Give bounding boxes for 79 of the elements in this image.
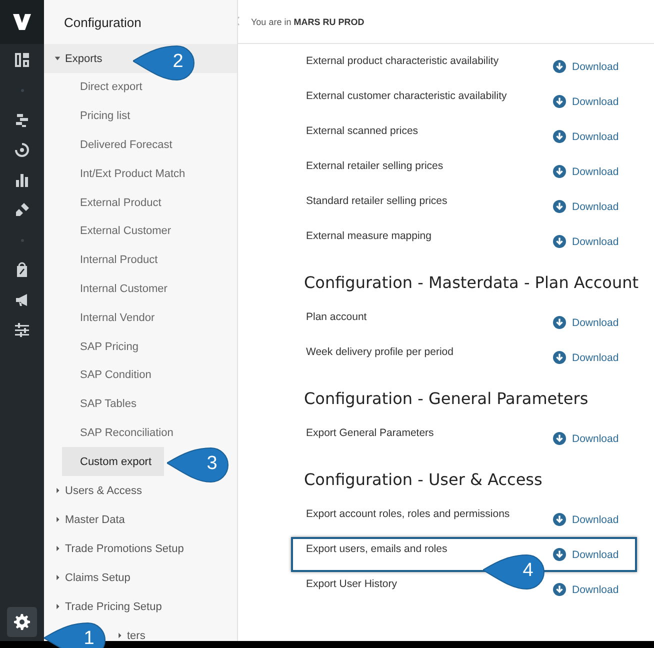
caret-icon [54, 603, 61, 610]
sidebar-subitem[interactable]: External Customer [62, 216, 184, 246]
export-label: Plan account [306, 311, 367, 323]
caret-icon [54, 487, 61, 494]
download-link[interactable]: Download [553, 316, 619, 329]
export-label: External measure mapping [306, 230, 432, 242]
download-icon [553, 351, 566, 364]
download-icon [553, 432, 566, 445]
megaphone-icon[interactable] [14, 292, 30, 308]
plug-icon[interactable] [14, 202, 30, 218]
download-icon [553, 200, 566, 213]
download-link[interactable]: Download [553, 513, 619, 526]
download-link[interactable]: Download [553, 351, 619, 364]
section-heading: Configuration - Masterdata - Plan Account [304, 272, 639, 294]
download-icon [553, 316, 566, 329]
sidebar-subitem[interactable]: Internal Customer [62, 274, 180, 304]
sidebar-subitem[interactable]: Int/Ext Product Match [62, 159, 198, 188]
cycle-icon[interactable] [14, 142, 30, 158]
section-heading: Configuration - General Parameters [304, 388, 588, 410]
download-link[interactable]: Download [553, 235, 619, 248]
sidebar-subitem[interactable]: SAP Pricing [62, 332, 150, 361]
export-label: Export User History [306, 578, 398, 590]
download-link[interactable]: Download [553, 583, 619, 596]
download-link[interactable]: Download [553, 165, 619, 178]
export-label: Export General Parameters [306, 427, 434, 439]
download-link[interactable]: Download [553, 60, 619, 73]
download-link[interactable]: Download [553, 200, 619, 213]
sidebar-subitem[interactable]: Internal Vendor [62, 303, 167, 332]
export-label: External product characteristic availability [306, 55, 499, 67]
caret-icon [54, 545, 61, 552]
download-icon [553, 583, 566, 596]
location-text: You are in MARS RU PROD [251, 16, 364, 26]
download-icon [553, 548, 566, 561]
sidebar-item[interactable]: Trade Promotions Setup [44, 534, 192, 564]
section-heading: Configuration - User & Access [304, 469, 542, 491]
sidebar-item[interactable]: Master Data [44, 505, 133, 534]
download-icon [553, 130, 566, 143]
settings-icon [14, 614, 30, 630]
tag-bag-icon[interactable] [14, 262, 30, 278]
sidebar-subitem[interactable]: SAP Tables [62, 390, 148, 419]
sidebar-subitem[interactable]: SAP Reconciliation [62, 418, 186, 448]
caret-icon [54, 55, 61, 62]
sidebar-subitem[interactable]: Pricing list [62, 102, 142, 131]
export-label: External customer characteristic availability [306, 90, 507, 102]
blocks-icon[interactable] [14, 112, 30, 128]
download-icon [553, 165, 566, 178]
settings-button[interactable] [7, 607, 37, 637]
download-link[interactable]: Download [553, 95, 619, 108]
dashboard-icon[interactable] [14, 52, 30, 68]
sidebar-subitem[interactable]: Delivered Forecast [62, 130, 184, 160]
export-label: External retailer selling prices [306, 160, 444, 172]
sidebar-subitem[interactable]: External Product [62, 188, 174, 217]
sidebar-item[interactable]: ters [106, 621, 154, 641]
caret-icon [54, 516, 61, 524]
sidebar-title: Configuration [64, 14, 142, 30]
download-link[interactable]: Download [553, 548, 619, 561]
download-icon [553, 513, 566, 526]
sidebar-item[interactable]: Trade Pricing Setup [44, 592, 170, 622]
export-label: Standard retailer selling prices [306, 195, 448, 207]
download-icon [553, 95, 566, 108]
download-link[interactable]: Download [553, 130, 619, 143]
sidebar-item[interactable]: Claims Setup [44, 563, 138, 592]
export-label: Week delivery profile per period [306, 346, 454, 358]
sidebar-subitem[interactable]: Direct export [62, 73, 154, 102]
export-label: External scanned prices [306, 125, 418, 137]
sidebar-subitem[interactable]: Custom export [62, 447, 164, 476]
sidebar-subitem[interactable]: SAP Condition [62, 360, 164, 390]
bar-chart-icon[interactable] [14, 172, 30, 188]
download-icon [553, 60, 566, 73]
logo-icon[interactable] [13, 14, 31, 30]
sliders-icon[interactable] [14, 322, 30, 338]
download-link[interactable]: Download [553, 432, 619, 445]
export-label: Export users, emails and roles [306, 543, 448, 555]
caret-icon [54, 574, 61, 582]
sidebar-subitem[interactable]: Internal Product [62, 246, 170, 275]
download-icon [553, 235, 566, 248]
caret-icon [116, 632, 123, 640]
export-label: Export account roles, roles and permissions [306, 508, 510, 520]
sidebar-item[interactable]: Users & Access [44, 476, 150, 506]
